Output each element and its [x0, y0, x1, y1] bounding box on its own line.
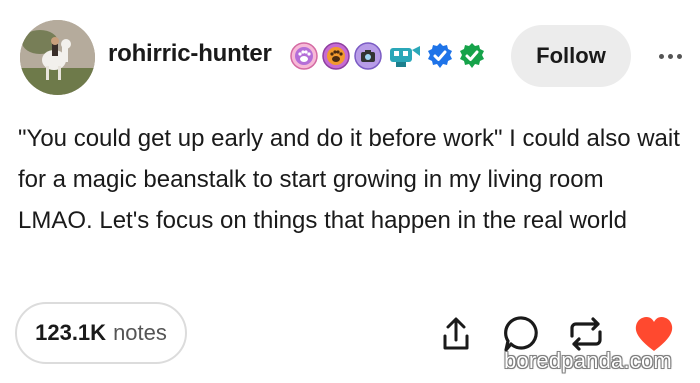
username-link[interactable]: rohirric-hunter	[108, 40, 272, 68]
notes-count: 123.1K	[35, 320, 107, 345]
post-body-text: "You could get up early and do it before…	[18, 125, 680, 234]
avatar-image	[20, 20, 95, 95]
paw-orange-badge-icon[interactable]	[322, 42, 350, 70]
more-options-icon[interactable]	[652, 42, 688, 70]
share-icon[interactable]	[434, 312, 478, 356]
avatar[interactable]	[20, 20, 95, 95]
badge-row	[290, 42, 486, 70]
camera-badge-icon[interactable]	[354, 42, 382, 70]
notes-label: notes	[113, 320, 167, 345]
blue-checkmark-icon[interactable]	[426, 42, 454, 70]
notes-button[interactable]: 123.1K notes	[15, 302, 187, 364]
green-checkmark-icon[interactable]	[458, 42, 486, 70]
watermark-text: boredpanda.com	[504, 348, 672, 373]
robot-badge-icon[interactable]	[386, 42, 422, 70]
follow-button[interactable]: Follow	[511, 25, 631, 87]
paw-pink-badge-icon[interactable]	[290, 42, 318, 70]
